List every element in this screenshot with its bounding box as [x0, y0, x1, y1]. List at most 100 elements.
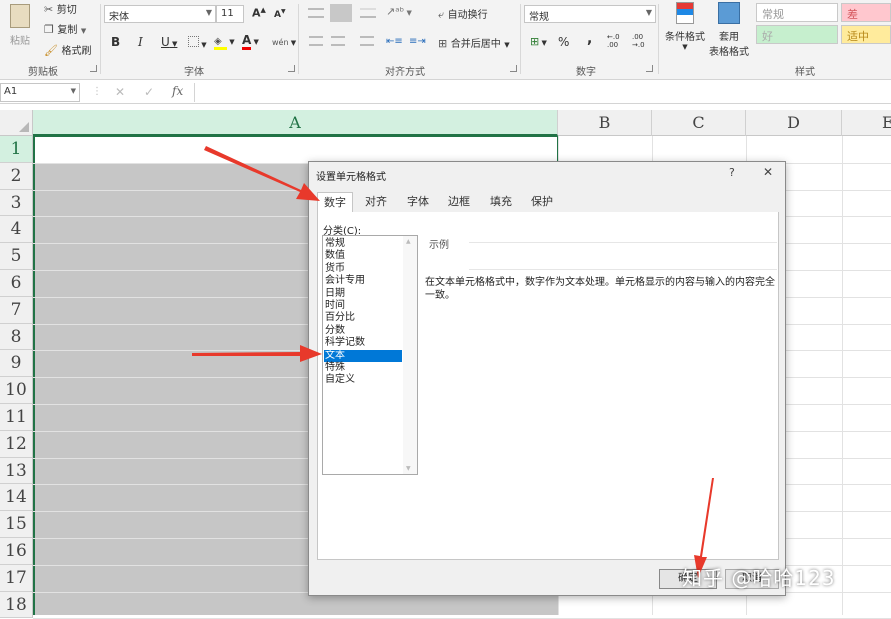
- italic-button[interactable]: I: [138, 35, 143, 49]
- row-header[interactable]: 4: [0, 216, 33, 244]
- align-bottom-icon[interactable]: [360, 8, 376, 18]
- style-normal[interactable]: 常规: [756, 3, 838, 22]
- category-item[interactable]: 科学记数: [324, 337, 402, 349]
- tab-font[interactable]: 字体: [401, 192, 435, 213]
- row-header[interactable]: 10: [0, 377, 33, 404]
- insert-function-icon[interactable]: fx: [172, 84, 183, 98]
- category-item[interactable]: 特殊: [324, 362, 402, 374]
- formula-input[interactable]: [194, 83, 891, 102]
- category-item[interactable]: 文本: [324, 349, 402, 362]
- tab-fill[interactable]: 填充: [484, 192, 518, 213]
- style-neutral[interactable]: 适中: [841, 25, 891, 44]
- accounting-format-button[interactable]: ⊞ ▼: [530, 35, 547, 48]
- row-header[interactable]: 12: [0, 430, 33, 458]
- row-header[interactable]: 3: [0, 189, 33, 217]
- select-all-corner[interactable]: [0, 110, 33, 136]
- number-launcher-icon[interactable]: [646, 65, 653, 72]
- row-header[interactable]: 5: [0, 243, 33, 270]
- orientation-button[interactable]: ↗ᵃᵇ ▼: [386, 5, 412, 18]
- row-header[interactable]: 1: [0, 136, 33, 163]
- copy-button[interactable]: ❐ 复制 ▼: [44, 21, 86, 36]
- decrease-decimal-icon: .00 →.0: [632, 33, 645, 49]
- borders-button[interactable]: ▼: [188, 36, 207, 50]
- align-left-icon[interactable]: [309, 36, 323, 46]
- phonetic-button[interactable]: wén ▼: [272, 35, 296, 48]
- cancel-icon[interactable]: ✕: [115, 85, 125, 99]
- format-painter-button[interactable]: 🖌 格式刷: [44, 42, 91, 57]
- percent-button[interactable]: %: [558, 35, 569, 49]
- clipboard-launcher-icon[interactable]: [90, 65, 97, 72]
- column-header-c[interactable]: C: [652, 110, 746, 136]
- chevron-down-icon: ▼: [682, 43, 688, 51]
- alignment-launcher-icon[interactable]: [510, 65, 517, 72]
- row-header[interactable]: 14: [0, 484, 33, 512]
- category-item[interactable]: 日期: [324, 288, 402, 300]
- row-header[interactable]: 13: [0, 457, 33, 485]
- font-color-button[interactable]: A ▼: [242, 33, 259, 50]
- row-header[interactable]: 7: [0, 296, 33, 324]
- row-header[interactable]: 16: [0, 538, 33, 565]
- fill-color-button[interactable]: ◈ ▼: [214, 34, 235, 50]
- font-name-combo[interactable]: 宋体 ▼: [104, 5, 216, 23]
- row-header[interactable]: 18: [0, 591, 33, 619]
- row-header[interactable]: 15: [0, 511, 33, 538]
- category-item[interactable]: 自定义: [324, 374, 402, 386]
- column-header-b[interactable]: B: [558, 110, 652, 136]
- tab-number[interactable]: 数字: [317, 192, 353, 213]
- align-right-icon[interactable]: [360, 36, 374, 46]
- style-good[interactable]: 好: [756, 25, 838, 44]
- category-item[interactable]: 时间: [324, 300, 402, 312]
- comma-button[interactable]: ,: [587, 31, 592, 47]
- category-item[interactable]: 分数: [324, 325, 402, 337]
- close-icon[interactable]: ✕: [763, 165, 773, 179]
- font-launcher-icon[interactable]: [288, 65, 295, 72]
- bold-button[interactable]: B: [111, 35, 120, 49]
- active-cell-a1[interactable]: [33, 136, 558, 163]
- column-header-a[interactable]: A: [33, 110, 558, 136]
- row-header[interactable]: 17: [0, 564, 33, 592]
- format-as-table-button[interactable]: 套用 表格格式: [706, 0, 752, 58]
- row-header[interactable]: 8: [0, 323, 33, 351]
- decrease-indent-icon[interactable]: ⇤≡: [386, 36, 403, 47]
- shrink-font-button[interactable]: A▼: [274, 8, 286, 20]
- merge-center-button[interactable]: ⊞ 合并后居中 ▼: [438, 35, 510, 50]
- cut-button[interactable]: ✂ 剪切: [44, 1, 77, 16]
- row-header[interactable]: 11: [0, 404, 33, 431]
- style-bad[interactable]: 差: [841, 3, 891, 22]
- category-item[interactable]: 货币: [324, 263, 402, 275]
- help-button[interactable]: ?: [729, 166, 735, 179]
- align-center-icon[interactable]: [331, 36, 345, 46]
- wrap-text-button[interactable]: ⤶ 自动换行: [438, 6, 488, 22]
- category-scrollbar[interactable]: ▲ ▼: [403, 236, 417, 474]
- enter-icon[interactable]: ✓: [144, 85, 154, 99]
- conditional-formatting-button[interactable]: 条件格式 ▼: [664, 0, 706, 51]
- tab-alignment[interactable]: 对齐: [359, 192, 393, 213]
- name-box[interactable]: A1 ▼: [0, 83, 80, 102]
- align-top-icon[interactable]: [308, 8, 324, 18]
- underline-button[interactable]: U ▼: [161, 35, 177, 49]
- align-middle-icon[interactable]: [330, 4, 352, 22]
- grow-font-icon: A: [252, 6, 261, 20]
- row-header[interactable]: 6: [0, 270, 33, 297]
- increase-indent-icon[interactable]: ≡⇥: [409, 36, 426, 47]
- category-item[interactable]: 常规: [324, 238, 402, 250]
- row-header[interactable]: 9: [0, 350, 33, 378]
- increase-decimal-button[interactable]: ←.0 .00: [607, 33, 629, 49]
- column-header-e[interactable]: E: [842, 110, 891, 136]
- category-item[interactable]: 会计专用: [324, 275, 402, 287]
- tab-border[interactable]: 边框: [442, 192, 476, 213]
- category-item[interactable]: 百分比: [324, 312, 402, 324]
- number-format-combo[interactable]: 常规 ▼: [524, 5, 656, 23]
- column-header-d[interactable]: D: [746, 110, 842, 136]
- scroll-down-icon[interactable]: ▼: [406, 465, 411, 472]
- scissors-icon: ✂: [44, 3, 54, 16]
- grow-font-button[interactable]: A▲: [252, 6, 266, 20]
- row-header[interactable]: 2: [0, 162, 33, 190]
- decrease-decimal-button[interactable]: .00 →.0: [632, 33, 654, 49]
- tab-protection[interactable]: 保护: [525, 192, 559, 213]
- scroll-up-icon[interactable]: ▲: [406, 238, 411, 245]
- formula-bar-grip[interactable]: ⋮: [92, 86, 102, 97]
- paste-button[interactable]: 粘贴: [6, 2, 34, 52]
- category-item[interactable]: 数值: [324, 250, 402, 262]
- font-size-combo[interactable]: 11: [216, 5, 244, 23]
